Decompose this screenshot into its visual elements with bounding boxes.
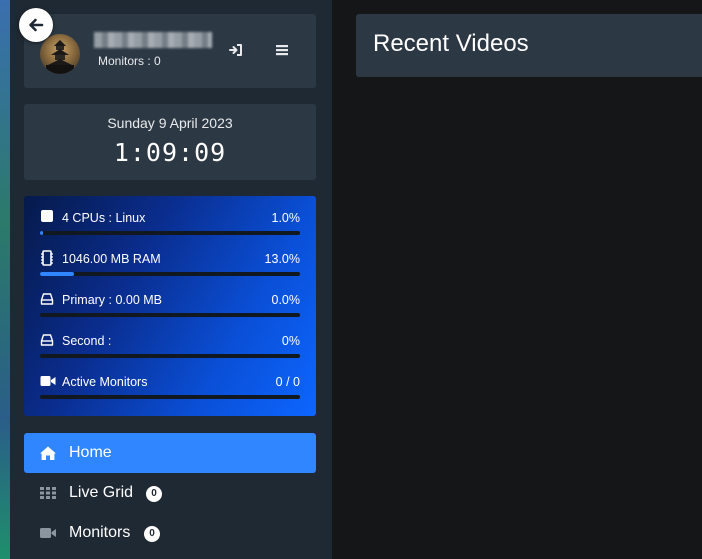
- system-stats-card: 4 CPUs : Linux 1.0% 1046.00 MB RAM 13.0%…: [24, 196, 316, 416]
- progress-bar: [40, 313, 300, 317]
- panel-title: Recent Videos: [373, 30, 529, 57]
- stat-value: 13.0%: [264, 252, 300, 266]
- stat-value: 0%: [281, 334, 300, 348]
- sign-out-icon: [229, 44, 242, 56]
- stat-label: Primary : 0.00 MB: [62, 293, 163, 307]
- user-monitors-count: Monitors : 0: [98, 54, 161, 68]
- stat-value: 0 / 0: [275, 375, 300, 389]
- logout-button[interactable]: [228, 42, 248, 60]
- hard-drive-icon: [40, 334, 54, 346]
- stat-cpu: 4 CPUs : Linux 1.0%: [40, 209, 300, 249]
- stat-value: 1.0%: [271, 211, 301, 225]
- progress-bar: [40, 231, 300, 235]
- hamburger-icon: [276, 45, 288, 56]
- progress-bar-fill: [40, 231, 43, 235]
- username-redacted: [94, 32, 212, 48]
- stat-label: 4 CPUs : Linux: [62, 211, 146, 225]
- stat-ram: 1046.00 MB RAM 13.0%: [40, 250, 300, 290]
- clock-card: Sunday 9 April 2023 1:09:09: [24, 104, 316, 180]
- stat-primary-disk: Primary : 0.00 MB 0.0%: [40, 291, 300, 331]
- nav-item-label: Home: [69, 444, 112, 461]
- square-icon: [41, 210, 53, 222]
- pagoda-logo-icon: [46, 40, 74, 74]
- nav-item-live-grid[interactable]: Live Grid 0: [24, 473, 316, 513]
- recent-videos-panel: Recent Videos: [356, 14, 702, 77]
- home-icon: [40, 446, 56, 460]
- main-content: Recent Videos: [332, 0, 702, 559]
- avatar[interactable]: [40, 34, 80, 74]
- progress-bar: [40, 272, 300, 276]
- live-grid-count-badge: 0: [146, 486, 162, 502]
- stat-value: 0.0%: [271, 293, 301, 307]
- stat-second-disk: Second : 0%: [40, 332, 300, 372]
- memory-chip-icon: [41, 250, 53, 266]
- back-button[interactable]: [19, 8, 53, 42]
- current-time: 1:09:09: [113, 138, 227, 167]
- progress-bar: [40, 354, 300, 358]
- video-camera-icon: [40, 376, 56, 386]
- stat-label: 1046.00 MB RAM: [62, 252, 161, 266]
- stat-label: Second :: [62, 334, 112, 348]
- stat-label: Active Monitors: [62, 375, 148, 389]
- arrow-left-icon: [29, 18, 44, 32]
- nav-item-label: Monitors: [69, 524, 131, 541]
- menu-button[interactable]: [274, 42, 294, 60]
- progress-bar-fill: [40, 272, 74, 276]
- monitors-count-badge: 0: [144, 526, 160, 542]
- nav-item-monitors[interactable]: Monitors 0: [24, 513, 316, 553]
- video-camera-icon: [40, 528, 56, 538]
- current-date: Sunday 9 April 2023: [107, 115, 233, 131]
- grid-icon: [40, 487, 56, 499]
- progress-bar: [40, 395, 300, 399]
- desktop-background: [0, 0, 10, 559]
- nav-item-home[interactable]: Home: [24, 433, 316, 473]
- hard-drive-icon: [40, 293, 54, 305]
- stat-active-monitors: Active Monitors 0 / 0: [40, 373, 300, 413]
- nav-item-label: Live Grid: [69, 484, 134, 501]
- user-card: Monitors : 0: [24, 14, 316, 88]
